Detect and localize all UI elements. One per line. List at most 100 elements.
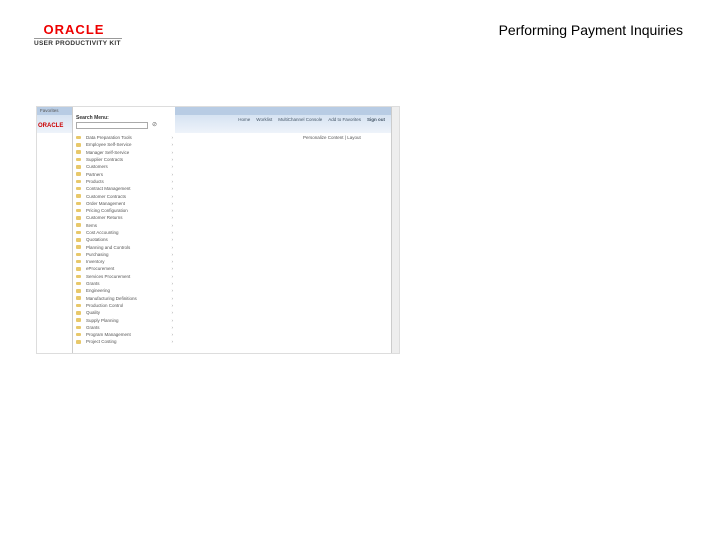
menu-item[interactable]: Pricing Configuration › [73, 207, 175, 214]
menu-item[interactable]: Program Management › [73, 331, 175, 338]
menu-item-label: Order Management [86, 200, 126, 206]
folder-icon [76, 259, 81, 264]
favorites-menu[interactable]: Favorites [40, 108, 59, 113]
menu-item-label: Partners [86, 171, 104, 177]
nav-home[interactable]: Home [238, 117, 250, 122]
menu-item[interactable]: Contract Management › [73, 185, 175, 192]
chevron-right-icon: › [171, 310, 174, 316]
menu-item[interactable]: eProcurement › [73, 265, 175, 272]
personalize-link[interactable]: Personalize Content | Layout [303, 135, 361, 140]
menu-item-label: Manager Self-Service [86, 149, 130, 155]
menu-item[interactable]: Purchasing › [73, 251, 175, 258]
menu-item[interactable]: Customer Contracts › [73, 192, 175, 199]
oracle-logo: ORACLE [38, 123, 64, 129]
folder-icon [76, 238, 81, 242]
folder-icon [76, 267, 81, 271]
menu-item[interactable]: Supply Planning › [73, 316, 175, 323]
menu-item[interactable]: Order Management › [73, 200, 175, 207]
menu-item[interactable]: Inventory › [73, 258, 175, 265]
menu-item-label: Services Procurement [86, 273, 131, 279]
menu-item-label: Planning and Controls [86, 244, 131, 250]
chevron-right-icon: › [171, 193, 174, 199]
menu-item[interactable]: Quality › [73, 309, 175, 316]
folder-icon [76, 296, 81, 300]
menu-item-label: Manufacturing Definitions [86, 295, 137, 301]
folder-icon [76, 332, 81, 337]
chevron-right-icon: › [171, 273, 174, 279]
header-nav: Home Worklist MultiChannel Console Add t… [238, 117, 385, 122]
menu-item-label: Customers [86, 164, 108, 170]
menu-item-label: Products [86, 178, 104, 184]
search-menu-input[interactable] [76, 122, 148, 129]
menu-item[interactable]: Data Preparation Tools › [73, 134, 175, 141]
menu-item[interactable]: Supplier Contracts › [73, 156, 175, 163]
folder-icon [76, 143, 81, 147]
menu-item-label: Quotations [86, 237, 108, 243]
menu-item-label: Production Control [86, 302, 124, 308]
menu-item[interactable]: Production Control › [73, 302, 175, 309]
menu-item[interactable]: Partners › [73, 170, 175, 177]
menu-item[interactable]: Planning and Controls › [73, 243, 175, 250]
chevron-right-icon: › [171, 251, 174, 257]
menu-item[interactable]: Items › [73, 222, 175, 229]
chevron-right-icon: › [171, 149, 174, 155]
chevron-right-icon: › [171, 215, 174, 221]
menu-item[interactable]: Employee Self-Service › [73, 141, 175, 148]
folder-icon [76, 289, 81, 293]
menu-item[interactable]: Products › [73, 178, 175, 185]
logo-product: USER PRODUCTIVITY KIT [34, 40, 121, 47]
nav-multichannel[interactable]: MultiChannel Console [278, 117, 322, 122]
menu-item[interactable]: Customers › [73, 163, 175, 170]
folder-icon [76, 216, 81, 220]
folder-icon [76, 165, 81, 169]
menu-item-label: Data Preparation Tools [86, 135, 132, 141]
menu-item-label: Items [86, 222, 98, 228]
oracle-upk-logo: ORACLE USER PRODUCTIVITY KIT [34, 22, 124, 47]
folder-icon [76, 303, 81, 308]
search-label: Search Menu: [76, 115, 109, 121]
chevron-right-icon: › [171, 288, 174, 294]
chevron-right-icon: › [171, 200, 174, 206]
menu-item[interactable]: Manager Self-Service › [73, 149, 175, 156]
folder-icon [76, 325, 81, 330]
chevron-right-icon: › [171, 164, 174, 170]
folder-icon [76, 223, 81, 227]
chevron-right-icon: › [171, 281, 174, 287]
menu-item-label: Customer Returns [86, 215, 123, 221]
menu-item[interactable]: Grants › [73, 324, 175, 331]
folder-icon [76, 150, 81, 154]
chevron-right-icon: › [171, 295, 174, 301]
chevron-right-icon: › [171, 339, 174, 345]
menu-item-label: Supply Planning [86, 317, 119, 323]
menu-item[interactable]: Manufacturing Definitions › [73, 295, 175, 302]
menu-item[interactable]: Quotations › [73, 236, 175, 243]
menu-item-label: Supplier Contracts [86, 157, 124, 163]
scrollbar[interactable] [391, 107, 399, 353]
folder-icon [76, 274, 81, 279]
folder-icon [76, 172, 81, 176]
chevron-right-icon: › [171, 244, 174, 250]
menu-item[interactable]: Project Costing › [73, 338, 175, 345]
menu-item[interactable]: Customer Returns › [73, 214, 175, 221]
menu-item[interactable]: Cost Accounting › [73, 229, 175, 236]
folder-icon [76, 179, 81, 184]
menu-item-label: eProcurement [86, 266, 115, 272]
chevron-right-icon: › [171, 266, 174, 272]
folder-icon [76, 135, 81, 140]
folder-icon [76, 208, 81, 213]
folder-icon [76, 186, 81, 191]
folder-icon [76, 340, 81, 344]
menu-item[interactable]: Engineering › [73, 287, 175, 294]
menu-item[interactable]: Services Procurement › [73, 273, 175, 280]
chevron-right-icon: › [171, 142, 174, 148]
chevron-right-icon: › [171, 302, 174, 308]
nav-add-favorites[interactable]: Add to Favorites [328, 117, 361, 122]
chevron-right-icon: › [171, 186, 174, 192]
menu-item[interactable]: Grants › [73, 280, 175, 287]
chevron-right-icon: › [171, 157, 174, 163]
nav-worklist[interactable]: Worklist [256, 117, 272, 122]
folder-icon [76, 281, 81, 286]
folder-icon [76, 311, 81, 315]
nav-sign-out[interactable]: Sign out [367, 117, 385, 122]
search-go-icon[interactable]: ⊘ [152, 121, 157, 128]
